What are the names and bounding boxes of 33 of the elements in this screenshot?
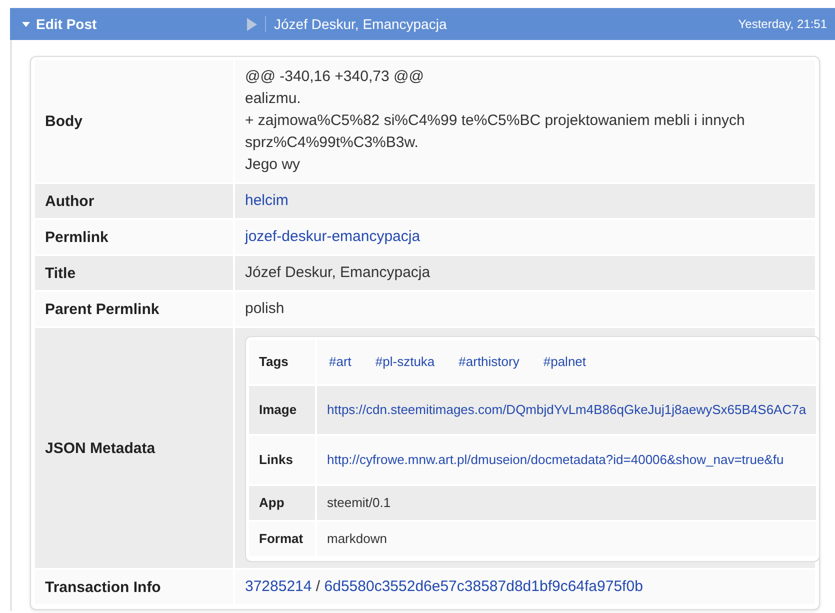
field-label: Transaction Info <box>35 570 235 604</box>
tag-link[interactable]: #art <box>329 353 352 371</box>
tag-link[interactable]: #arthistory <box>458 353 520 371</box>
field-label: Parent Permlink <box>35 292 235 326</box>
field-label: Title <box>35 256 235 290</box>
tag-link[interactable]: #palnet <box>543 353 586 371</box>
metadata-label: Image <box>249 386 317 434</box>
timestamp: Yesterday, 21:51 <box>738 17 827 31</box>
body-diff-text: @@ -340,16 +340,73 @@ ealizmu. + zajmowa%C5%82 si%C4%99 te%C5%BC projektowaniem mebli i innych sprz%C4%99t%C3%B3w. Jego wy <box>245 67 746 175</box>
transaction-id-link[interactable]: 6d5580c3552d6e57c38587d8d1bf9c64fa975f0b <box>324 578 643 595</box>
field-label: Permlink <box>35 220 235 254</box>
metadata-label: Format <box>249 522 317 556</box>
metadata-label: App <box>249 486 317 520</box>
metadata-link[interactable]: http://cyfrowe.mnw.art.pl/dmuseion/docmetadata?id=40006&show_nav=true&fu <box>327 451 784 469</box>
field-link[interactable]: jozef-deskur-emancypacja <box>245 228 420 245</box>
metadata-label: Tags <box>249 340 317 384</box>
metadata-value: steemit/0.1 <box>327 494 391 512</box>
metadata-link[interactable]: https://cdn.steemitimages.com/DQmbjdYvLm4B86qGkeJuj1j8aewySx65B4S6AC7a <box>327 401 806 419</box>
field-label: Body <box>35 60 235 182</box>
block-number-link[interactable]: 37285214 <box>245 578 312 595</box>
header-title: Edit Post <box>36 16 97 32</box>
field-label: JSON Metadata <box>35 328 235 568</box>
play-icon[interactable] <box>247 18 257 30</box>
metadata-label: Links <box>249 436 317 484</box>
separator-text: / <box>316 578 320 595</box>
tag-link[interactable]: #pl-sztuka <box>375 353 435 371</box>
field-value: Józef Deskur, Emancypacja <box>245 264 430 281</box>
metadata-value: markdown <box>327 530 387 548</box>
field-link[interactable]: helcim <box>245 192 288 209</box>
post-title: Józef Deskur, Emancypacja <box>274 16 447 32</box>
caret-icon[interactable] <box>22 20 30 28</box>
field-label: Author <box>35 184 235 218</box>
field-value: polish <box>245 300 284 317</box>
